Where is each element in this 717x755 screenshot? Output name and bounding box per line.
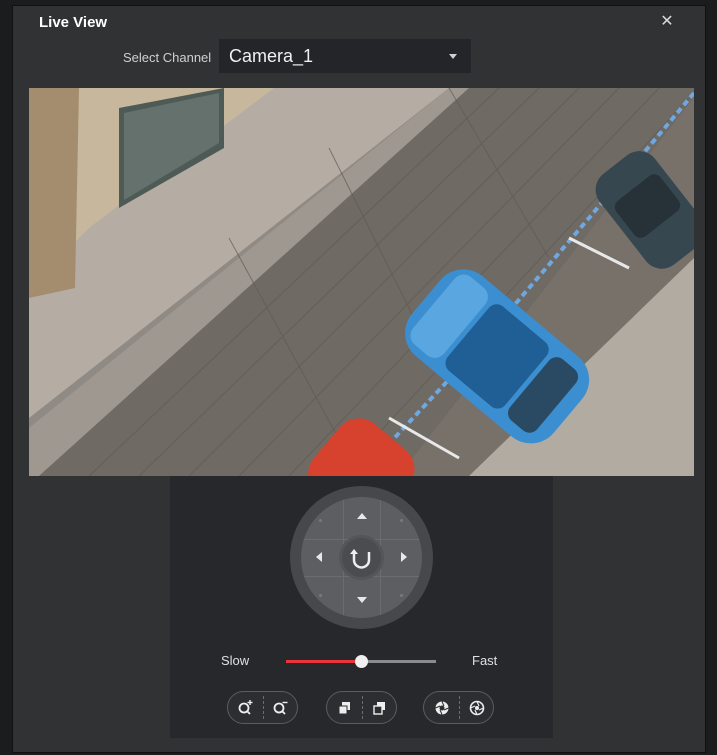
direction-pad-inner xyxy=(301,497,422,618)
pan-down-icon[interactable] xyxy=(357,597,367,603)
live-view-window: Live View ✕ Select Channel Camera_1 Slow… xyxy=(12,5,706,753)
speed-slider[interactable] xyxy=(286,655,436,668)
iris-open-button[interactable] xyxy=(424,692,459,723)
iris-close-button[interactable] xyxy=(459,692,494,723)
focus-group xyxy=(326,691,397,724)
pan-right-icon[interactable] xyxy=(401,552,407,562)
speed-slider-thumb[interactable] xyxy=(355,655,368,668)
focus-near-button[interactable] xyxy=(327,692,362,723)
iris-group xyxy=(423,691,494,724)
iris-close-icon xyxy=(469,700,485,716)
focus-far-icon xyxy=(373,702,385,715)
iris-open-icon xyxy=(435,701,449,715)
camera-image xyxy=(29,88,694,476)
speed-fast-label: Fast xyxy=(472,653,498,668)
select-channel-label: Select Channel xyxy=(123,50,212,65)
focus-far-button[interactable] xyxy=(362,692,397,723)
speed-slow-label: Slow xyxy=(221,653,250,668)
channel-select[interactable]: Camera_1 xyxy=(219,39,471,73)
speed-slider-fill xyxy=(286,660,361,663)
window-title: Live View xyxy=(39,14,108,31)
up-left-dot[interactable] xyxy=(319,519,322,522)
down-right-dot[interactable] xyxy=(400,594,403,597)
auto-rotate-button[interactable] xyxy=(342,538,381,577)
focus-near-icon xyxy=(338,702,350,715)
down-left-dot[interactable] xyxy=(319,594,322,597)
pan-left-icon[interactable] xyxy=(316,552,322,562)
zoom-in-icon xyxy=(238,700,253,715)
up-right-dot[interactable] xyxy=(400,519,403,522)
ptz-direction-pad xyxy=(290,486,433,629)
ptz-control-panel: Slow Fast xyxy=(170,476,553,738)
close-icon[interactable]: ✕ xyxy=(657,12,677,32)
zoom-group xyxy=(227,691,298,724)
rotate-icon xyxy=(350,549,371,569)
zoom-in-button[interactable] xyxy=(228,692,263,723)
zoom-out-button[interactable] xyxy=(263,692,298,723)
zoom-out-icon xyxy=(273,701,288,715)
pan-up-icon[interactable] xyxy=(357,513,367,519)
channel-select-value: Camera_1 xyxy=(229,46,314,66)
chevron-down-icon xyxy=(449,54,457,59)
live-video-feed[interactable] xyxy=(29,88,694,476)
